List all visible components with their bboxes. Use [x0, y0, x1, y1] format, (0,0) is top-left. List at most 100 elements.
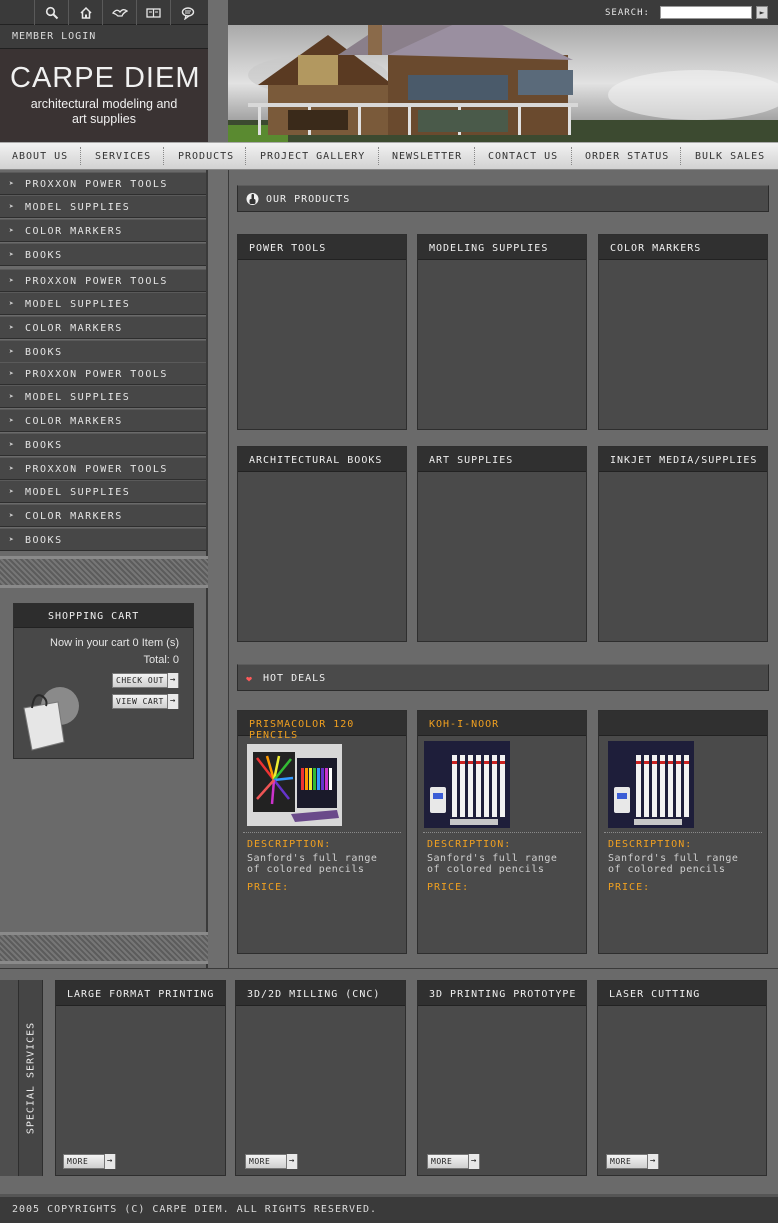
sidebar-item-label: COLOR MARKERS [25, 416, 123, 427]
more-label: MORE [431, 1157, 453, 1166]
sidebar-item-label: COLOR MARKERS [25, 226, 123, 237]
product-panel-inkjet-media[interactable]: INKJET MEDIA/SUPPLIES [598, 446, 768, 642]
price-label: PRICE: [427, 882, 470, 893]
service-panel-milling-cnc[interactable]: 3D/2D MILLING (CNC) MORE → [235, 980, 406, 1176]
product-panel-modeling-supplies[interactable]: MODELING SUPPLIES [417, 234, 587, 430]
arrow-icon: ➤ [9, 535, 16, 544]
service-panel-large-format-printing[interactable]: LARGE FORMAT PRINTING MORE → [55, 980, 226, 1176]
service-panel-3d-printing[interactable]: 3D PRINTING PROTOTYPE MORE → [417, 980, 587, 1176]
chat-icon[interactable] [170, 0, 204, 25]
sidebar-item-label: MODEL SUPPLIES [25, 202, 131, 213]
book-icon[interactable] [136, 0, 170, 25]
nav-about-us[interactable]: ABOUT US [12, 151, 68, 162]
description-line: Sanford's full range [247, 853, 378, 864]
more-label: MORE [249, 1157, 271, 1166]
check-out-label: CHECK OUT [116, 676, 164, 685]
product-panel-color-markers[interactable]: COLOR MARKERS [598, 234, 768, 430]
services-left-strip [0, 980, 18, 1176]
nav-services[interactable]: SERVICES [95, 151, 151, 162]
arrow-icon: ➤ [9, 440, 16, 449]
arrow-icon: ➤ [9, 487, 16, 496]
hand-pointer-icon [246, 191, 259, 210]
sidebar-item-color-markers[interactable]: ➤ COLOR MARKERS [0, 219, 206, 242]
description-line: of colored pencils [608, 864, 726, 875]
sidebar-item-label: PROXXON POWER TOOLS [25, 179, 168, 190]
logo-subtitle: architectural modeling and art supplies [0, 97, 208, 127]
arrow-icon: ➤ [9, 347, 16, 356]
footer-copyright: 2005 COPYRIGHTS (C) CARPE DIEM. ALL RIGH… [0, 1194, 778, 1223]
logo[interactable]: CARPE DIEM architectural modeling and ar… [0, 49, 208, 142]
product-panel-architectural-books[interactable]: ARCHITECTURAL BOOKS [237, 446, 407, 642]
arrow-icon: ➤ [9, 369, 16, 378]
nav-separator [571, 147, 572, 165]
nav-newsletter[interactable]: NEWSLETTER [392, 151, 462, 162]
more-button[interactable]: MORE → [245, 1154, 298, 1169]
description-text: Sanford's full range of colored pencils [247, 853, 377, 875]
description-line: of colored pencils [427, 864, 545, 875]
sidebar-item-color-markers[interactable]: ➤ COLOR MARKERS [0, 504, 206, 527]
search-label: SEARCH: [605, 8, 650, 18]
sidebar-item-proxxon-power-tools[interactable]: ➤ PROXXON POWER TOOLS [0, 172, 206, 195]
nav-order-status[interactable]: ORDER STATUS [585, 151, 669, 162]
panel-title: INKJET MEDIA/SUPPLIES [599, 447, 767, 472]
nav-products[interactable]: PRODUCTS [178, 151, 234, 162]
more-button[interactable]: MORE → [606, 1154, 659, 1169]
main-content: OUR PRODUCTS POWER TOOLS MODELING SUPPLI… [228, 170, 778, 968]
sidebar-divider [0, 556, 208, 588]
search-icon[interactable] [34, 0, 68, 25]
product-panel-power-tools[interactable]: POWER TOOLS [237, 234, 407, 430]
sidebar-item-model-supplies[interactable]: ➤ MODEL SUPPLIES [0, 195, 206, 218]
logo-subtitle-line2: art supplies [72, 112, 136, 126]
deal-card[interactable]: KOH-I-NOOR DESCRIPTION: Sanford's full r… [417, 710, 587, 954]
sidebar-item-model-supplies[interactable]: ➤ MODEL SUPPLIES [0, 385, 206, 408]
deal-card[interactable]: DESCRIPTION: Sanford's full range of col… [598, 710, 768, 954]
description-label: DESCRIPTION: [247, 839, 332, 850]
arrow-icon: ➤ [9, 416, 16, 425]
view-cart-button[interactable]: VIEW CART → [112, 694, 179, 709]
sidebar-item-proxxon-power-tools[interactable]: ➤ PROXXON POWER TOOLS [0, 457, 206, 480]
nav-separator [680, 147, 681, 165]
deal-card[interactable]: PRISMACOLOR 120 PENCILS DESCRIPTION: San… [237, 710, 407, 954]
service-panel-laser-cutting[interactable]: LASER CUTTING MORE → [597, 980, 767, 1176]
service-title: LASER CUTTING [598, 981, 766, 1006]
sidebar-item-books[interactable]: ➤ BOOKS [0, 243, 206, 266]
description-line: Sanford's full range [608, 853, 739, 864]
panel-title: MODELING SUPPLIES [418, 235, 586, 260]
sidebar-item-label: PROXXON POWER TOOLS [25, 276, 168, 287]
sidebar-item-color-markers[interactable]: ➤ COLOR MARKERS [0, 409, 206, 432]
arrow-icon: ➤ [9, 276, 16, 285]
product-panel-art-supplies[interactable]: ART SUPPLIES [417, 446, 587, 642]
sidebar-item-books[interactable]: ➤ BOOKS [0, 340, 206, 363]
more-label: MORE [610, 1157, 632, 1166]
more-label: MORE [67, 1157, 89, 1166]
sidebar-item-model-supplies[interactable]: ➤ MODEL SUPPLIES [0, 292, 206, 315]
nav-contact-us[interactable]: CONTACT US [488, 151, 558, 162]
icon-bar [0, 0, 208, 25]
search-submit-button[interactable]: ► [756, 6, 768, 19]
panel-title: ART SUPPLIES [418, 447, 586, 472]
search-input[interactable] [660, 6, 752, 19]
description-text: Sanford's full range of colored pencils [608, 853, 738, 875]
member-login-link[interactable]: MEMBER LOGIN [0, 25, 208, 49]
more-button[interactable]: MORE → [63, 1154, 116, 1169]
arrow-icon: ➤ [9, 250, 16, 259]
sidebar-item-model-supplies[interactable]: ➤ MODEL SUPPLIES [0, 480, 206, 503]
sidebar-item-proxxon-power-tools[interactable]: ➤ PROXXON POWER TOOLS [0, 269, 206, 292]
nav-separator [474, 147, 475, 165]
bird-icon[interactable] [102, 0, 136, 25]
check-out-button[interactable]: CHECK OUT → [112, 673, 179, 688]
sidebar-item-books[interactable]: ➤ BOOKS [0, 528, 206, 551]
nav-separator [245, 147, 246, 165]
sidebar-item-label: BOOKS [25, 535, 63, 546]
sidebar: ➤ PROXXON POWER TOOLS ➤ MODEL SUPPLIES ➤ CO… [0, 170, 208, 968]
shopping-cart: SHOPPING CART Now in your cart 0 Item (s… [13, 603, 194, 759]
home-icon[interactable] [68, 0, 102, 25]
sidebar-item-color-markers[interactable]: ➤ COLOR MARKERS [0, 316, 206, 339]
sidebar-item-proxxon-power-tools[interactable]: ➤ PROXXON POWER TOOLS [0, 362, 206, 385]
nav-project-gallery[interactable]: PROJECT GALLERY [260, 151, 365, 162]
special-services-label: SPECIAL SERVICES [25, 1021, 37, 1135]
sidebar-item-books[interactable]: ➤ BOOKS [0, 433, 206, 456]
arrow-icon: ➤ [9, 511, 16, 520]
nav-bulk-sales[interactable]: BULK SALES [695, 151, 765, 162]
more-button[interactable]: MORE → [427, 1154, 480, 1169]
